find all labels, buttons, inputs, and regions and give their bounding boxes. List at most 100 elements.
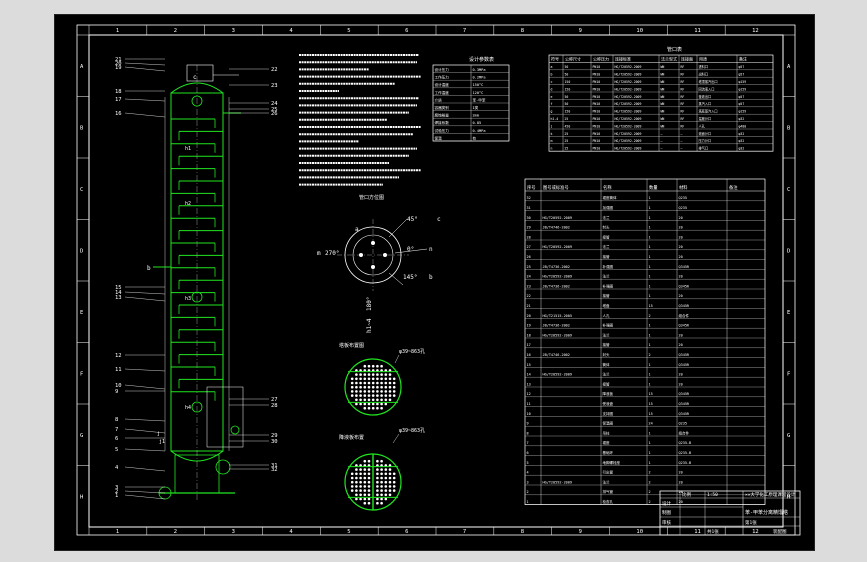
row-label-right: F: [787, 371, 790, 377]
orientation-title: 管口方位图: [359, 194, 384, 201]
table-cell: 人孔: [699, 123, 706, 128]
table-cell: e: [551, 95, 553, 99]
table-cell: 20: [679, 255, 683, 259]
table-header-cell: 用途: [699, 55, 707, 61]
table-cell: HG/T20592-2009: [615, 102, 642, 106]
tray-hole: [384, 398, 388, 402]
table-cell: 18: [527, 333, 531, 337]
tray-hole: [363, 406, 367, 410]
table-cell: 1: [649, 216, 651, 220]
davit: [186, 64, 214, 82]
table-cell: PN10: [593, 139, 601, 143]
orient-leader-2: [388, 272, 404, 286]
tray-hole: [363, 394, 367, 397]
table-cell: 补强圈: [603, 283, 614, 288]
design-table: 设计压力 0.3MPa 工作压力 0.2MPa 设计温度 150°C 工作温度 120°C 介质…: [432, 64, 510, 142]
tray-hole: [355, 390, 358, 393]
nozzle-tag-h1: h1: [185, 146, 191, 152]
tray-hole: [363, 468, 367, 471]
balloon-label: 16: [115, 111, 122, 117]
tray-layout-1-title: 塔板布置图: [339, 342, 364, 349]
table-cell: 1: [649, 206, 651, 210]
balloon-leader: [124, 466, 166, 472]
tray-hole: [359, 381, 362, 385]
table-cell: 1: [649, 284, 651, 288]
balloon-leader: [124, 112, 166, 118]
cad-drawing: 112233445566778899101011111212 A AB BC CD DE…: [76, 24, 801, 536]
nozzle-tag-j: j: [157, 431, 160, 437]
table-cell: 21: [527, 304, 531, 308]
table-cell: 150: [565, 80, 571, 84]
table-cell: 裙座筒体: [603, 195, 617, 200]
orientation-shell: [344, 226, 402, 284]
nozzle-tag-c: c: [193, 74, 197, 81]
table-cell: 2: [649, 490, 651, 494]
table-cell: 15: [649, 392, 653, 396]
tray-hole: [388, 390, 392, 393]
table-cell: g: [551, 110, 553, 114]
column-label-bottom: 10: [636, 529, 643, 535]
table-cell: 1: [649, 451, 651, 455]
table-cell: WN: [661, 102, 665, 106]
tray-hole: [363, 459, 367, 463]
table-cell: 20: [679, 333, 683, 337]
balloon-leader: [124, 368, 166, 372]
table-cell: 1: [649, 196, 651, 200]
balloon-label: 7: [115, 427, 118, 433]
tray-hole: [380, 489, 383, 492]
tray-hole: [363, 472, 367, 476]
table-cell: c: [551, 80, 553, 84]
tray-hole: [367, 485, 371, 488]
table-cell: Q345R: [679, 392, 690, 396]
tray-hole: [376, 468, 379, 471]
table-cell: 塔顶蒸汽出口: [699, 79, 718, 84]
balloon-label: 22: [271, 67, 278, 73]
tray-hole: [355, 480, 358, 484]
table-cell: RF: [681, 124, 685, 128]
table-cell: 1: [649, 461, 651, 465]
outlet-nozzle: [230, 425, 240, 435]
table-cell: d: [551, 87, 553, 91]
tray-layout-1-dim: φ39~863孔: [399, 348, 425, 355]
table-cell: 20: [679, 216, 683, 220]
tray-hole: [384, 493, 388, 497]
tray-hole: [359, 390, 362, 393]
tray-hole: [384, 385, 388, 389]
table-cell: 5: [527, 461, 529, 465]
table-cell: PN10: [593, 95, 601, 99]
tray-hole: [376, 497, 379, 501]
tray-hole: [355, 402, 358, 406]
tray-hole: [359, 476, 362, 480]
tray-hole: [380, 472, 383, 476]
tray-hole: [371, 390, 375, 393]
table-header-cell: 图号或标准号: [543, 184, 569, 191]
tray-hole: [371, 381, 375, 385]
tray-hole: [380, 385, 383, 389]
tray-hole: [384, 472, 388, 476]
orient-label-180: 180°: [366, 297, 373, 311]
row-label-right: E: [787, 310, 790, 316]
balloon-label: 18: [115, 89, 122, 95]
table-cell: 2: [649, 353, 651, 357]
tray-hole: [392, 385, 396, 389]
column-label-top: 12: [752, 28, 759, 34]
table-cell: 1: [649, 324, 651, 328]
tray-hole: [367, 489, 371, 492]
table-header-cell: 公称压力: [593, 55, 609, 61]
table-cell: 设计温度: [435, 82, 450, 87]
table-cell: 1: [649, 343, 651, 347]
table-cell: f: [551, 102, 553, 106]
balloon-label: 13: [115, 295, 122, 301]
table-cell: 20: [679, 245, 683, 249]
balloon-label: 19: [115, 65, 122, 71]
table-cell: 法兰: [603, 372, 611, 377]
tray-hole: [388, 485, 392, 488]
tb-checker: 审核: [662, 519, 671, 526]
table-cell: 1: [649, 333, 651, 337]
table-cell: 20: [679, 373, 683, 377]
table-cell: 25: [565, 139, 569, 143]
tb-scale: 1:50: [707, 492, 718, 498]
table-cell: 27: [527, 245, 531, 249]
tray-hole: [392, 377, 396, 381]
bill-of-materials: 序号 图号或标准号 名称 数量 材料 备注32 裙座筒体 1 Q23531 加强圈 1 Q23530 H…: [524, 178, 766, 505]
